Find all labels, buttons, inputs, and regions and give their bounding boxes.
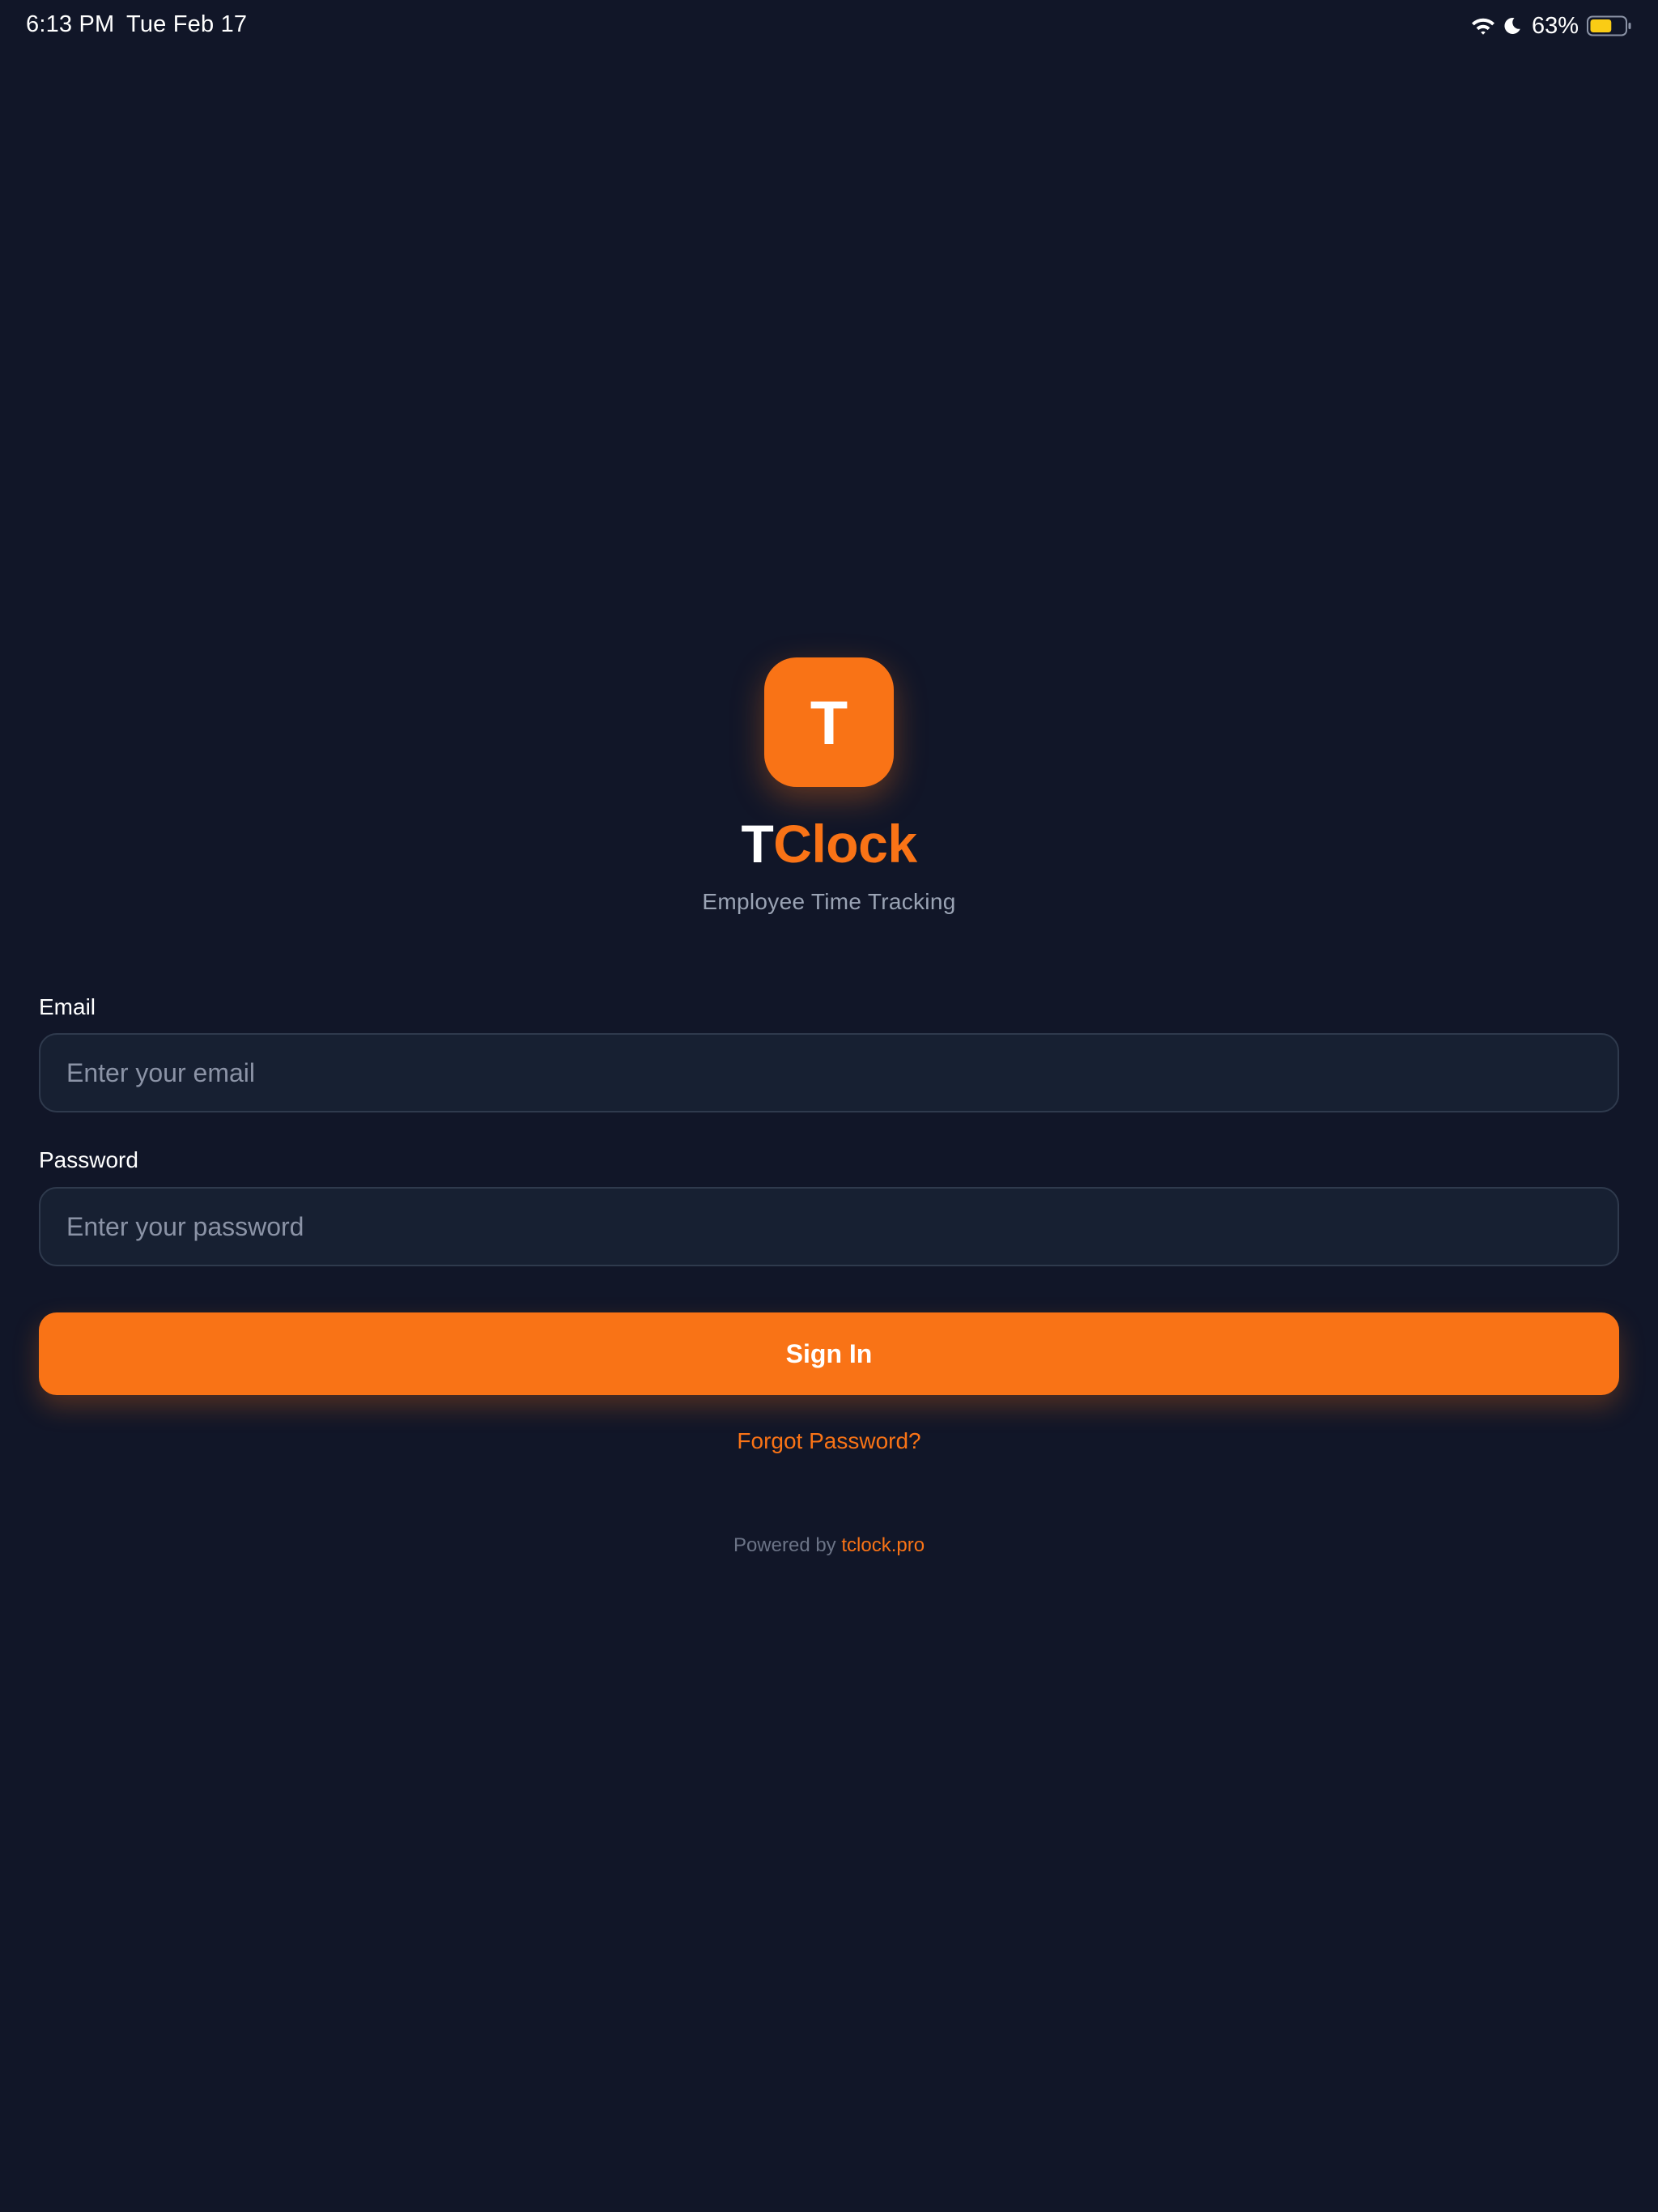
- status-time: 6:13 PM: [26, 11, 115, 37]
- footer: Powered by tclock.pro: [0, 1533, 1658, 1559]
- sign-in-button[interactable]: Sign In: [39, 1312, 1619, 1395]
- app-title-first: T: [741, 814, 774, 874]
- moon-icon: [1504, 17, 1520, 34]
- app-title-rest: Clock: [773, 814, 917, 874]
- app-subtitle: Employee Time Tracking: [702, 889, 956, 914]
- powered-by-text: Powered by: [733, 1534, 836, 1556]
- wifi-icon: [1471, 18, 1494, 35]
- password-label: Password: [39, 1147, 138, 1172]
- status-indicators: 63%: [1470, 11, 1632, 40]
- email-input[interactable]: [39, 1033, 1619, 1112]
- tclock-link[interactable]: tclock.pro: [841, 1534, 925, 1556]
- forgot-password-link[interactable]: Forgot Password?: [0, 1427, 1658, 1456]
- battery-icon: [1587, 15, 1631, 36]
- status-date: Tue Feb 17: [126, 11, 248, 37]
- logo-letter: T: [810, 689, 848, 758]
- status-bar: 6:13 PM Tue Feb 17 63%: [0, 0, 1658, 52]
- app-title: TClock: [0, 811, 1658, 876]
- battery-percentage: 63%: [1531, 12, 1579, 39]
- password-input[interactable]: [39, 1187, 1619, 1266]
- app-logo: T: [764, 657, 894, 787]
- email-label: Email: [39, 994, 96, 1019]
